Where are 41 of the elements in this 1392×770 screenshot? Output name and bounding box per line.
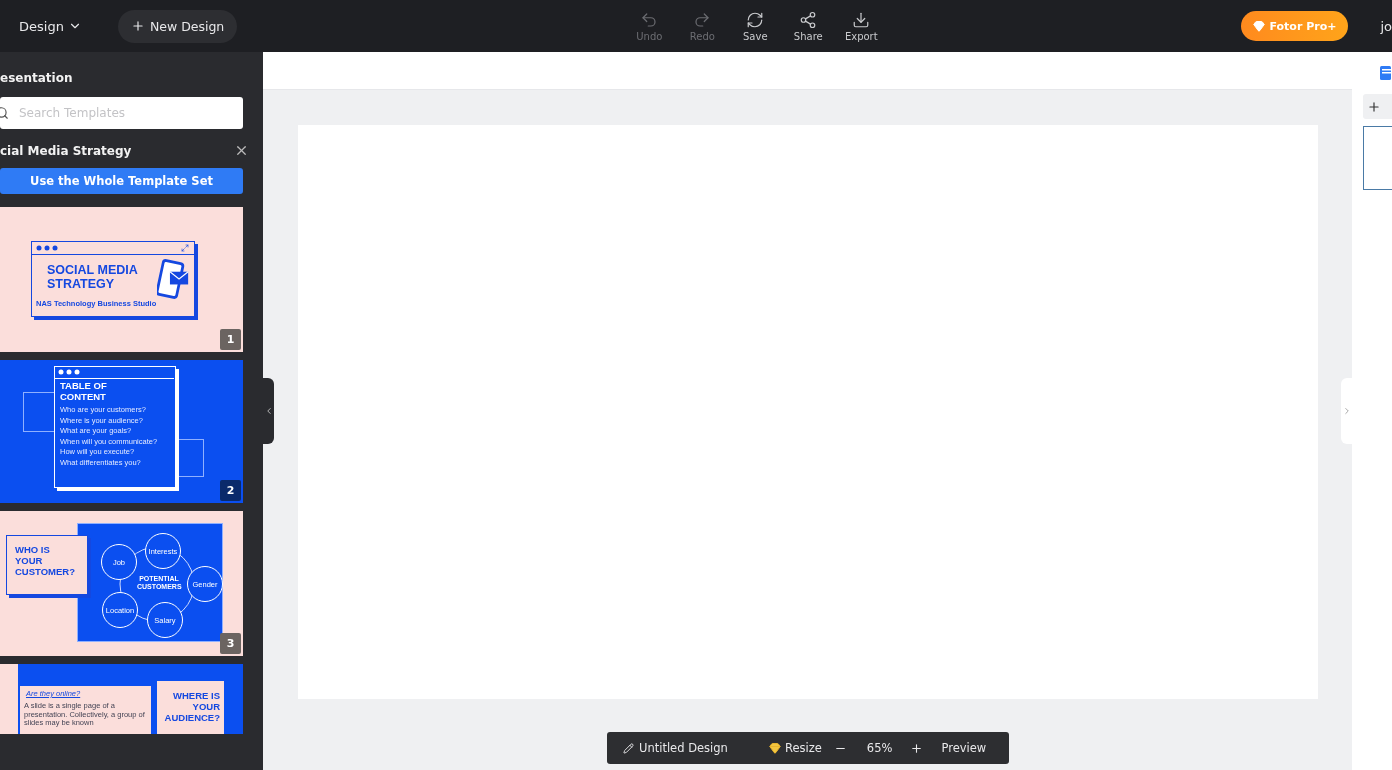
- user-name[interactable]: jo: [1380, 18, 1392, 34]
- plus-icon: [1367, 99, 1381, 114]
- design-menu[interactable]: Design: [19, 18, 82, 34]
- share-button[interactable]: Share: [790, 10, 827, 42]
- template-set-title: cial Media Strategy: [0, 143, 132, 158]
- new-design-button[interactable]: New Design: [117, 9, 238, 43]
- use-template-set-button[interactable]: Use the Whole Template Set: [0, 168, 243, 194]
- slide-title: SOCIAL MEDIA STRATEGY: [47, 263, 138, 292]
- plus-icon: [130, 19, 145, 33]
- preview-button[interactable]: Preview: [941, 741, 987, 755]
- diamond-icon: [769, 742, 781, 754]
- diamond-icon: [1253, 20, 1266, 32]
- slide-title: WHERE IS YOUR AUDIENCE?: [164, 691, 220, 724]
- slide-number: 2: [220, 480, 241, 501]
- zoom-level: 65%: [866, 741, 893, 755]
- export-button[interactable]: Export: [843, 10, 880, 42]
- window-dots-icon: [58, 369, 82, 375]
- page-thumbnail[interactable]: [1363, 126, 1392, 190]
- share-icon: [799, 10, 818, 29]
- close-icon[interactable]: [234, 143, 249, 158]
- expand-handle[interactable]: [1341, 378, 1352, 444]
- window-dots-icon: [36, 245, 60, 251]
- slide-title: TABLE OF CONTENT: [60, 381, 107, 403]
- pencil-icon: [623, 742, 634, 754]
- refresh-icon: [746, 10, 765, 29]
- design-title[interactable]: Untitled Design: [623, 741, 769, 755]
- collapse-handle[interactable]: [263, 378, 274, 444]
- save-button[interactable]: Save: [737, 10, 774, 42]
- slide-number: 1: [220, 329, 241, 350]
- expand-icon: [181, 244, 189, 252]
- redo-icon: [693, 10, 712, 29]
- panel-heading: esentation: [0, 71, 74, 85]
- pages-icon[interactable]: [1380, 66, 1391, 80]
- slide-title: WHO IS YOUR CUSTOMER?: [15, 545, 75, 578]
- slide-number: 3: [220, 633, 241, 654]
- undo-icon: [640, 10, 659, 29]
- resize-button[interactable]: Resize: [769, 741, 822, 755]
- add-page-button[interactable]: [1363, 94, 1392, 119]
- search-field[interactable]: Search Templates: [0, 97, 243, 129]
- zoom-in-icon[interactable]: [910, 741, 924, 755]
- download-icon: [852, 10, 871, 29]
